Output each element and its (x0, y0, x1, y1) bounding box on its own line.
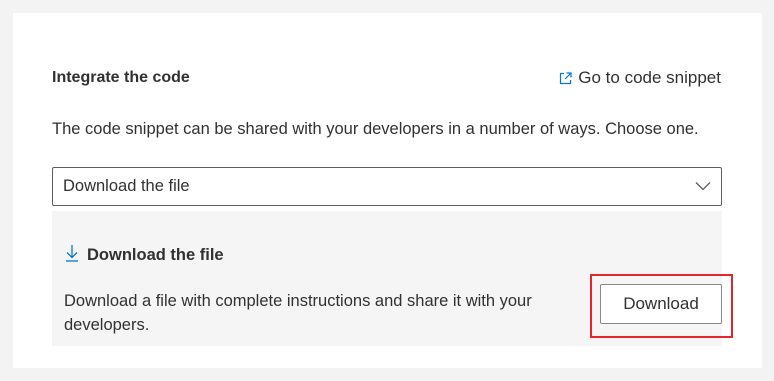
sharing-method-selected-value: Download the file (63, 177, 190, 195)
download-panel-header: Download the file (65, 244, 224, 267)
chevron-down-icon (695, 177, 711, 196)
download-button[interactable]: Download (600, 284, 722, 324)
download-panel-title: Download the file (87, 246, 224, 264)
section-title: Integrate the code (52, 69, 190, 86)
sharing-method-dropdown[interactable]: Download the file (52, 167, 722, 206)
go-to-code-snippet-link[interactable]: Go to code snippet (559, 68, 721, 88)
download-arrow-icon (65, 244, 79, 267)
go-to-code-snippet-label: Go to code snippet (578, 68, 721, 87)
download-panel-description: Download a file with complete instructio… (64, 292, 532, 334)
section-description: The code snippet can be shared with your… (52, 120, 699, 138)
download-file-panel: Download the file Download a file with c… (52, 211, 733, 346)
integrate-code-card: Integrate the code Go to code snippet Th… (13, 13, 762, 368)
open-in-new-window-icon (559, 71, 572, 85)
